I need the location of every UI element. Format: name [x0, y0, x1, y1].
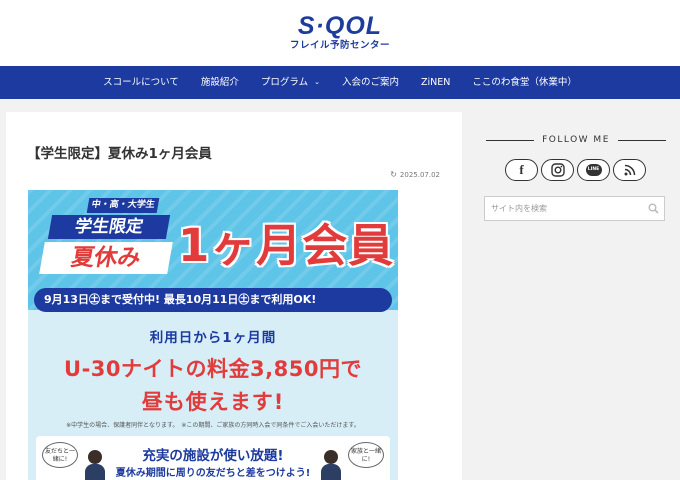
line-icon: LINE	[585, 164, 602, 176]
speech-bubble-right: 家族と一緒に!	[348, 442, 384, 468]
rss-icon	[624, 164, 635, 176]
nav-item-label: ZiNEN	[420, 77, 451, 88]
nav-item-label: スコールについて	[103, 77, 179, 88]
banner-notes: ※中学生の場合、保護者同伴となります。 ※この期間、ご家族の方同時入会で同条件で…	[66, 422, 360, 429]
student-girl-illustration	[320, 450, 342, 480]
nav-item-zinen[interactable]: ZiNEN	[410, 66, 461, 99]
update-icon: ↻	[390, 170, 397, 179]
campaign-banner-image: 中・高・大学生 学生限定 夏休み 1ヶ月会員 9月13日㊏まで受付中! 最長10…	[28, 190, 398, 480]
banner-tag-summer: 夏休み	[39, 242, 173, 274]
logo-sub-text: フレイル予防センター	[289, 40, 390, 51]
site-logo[interactable]: S·QOL フレイル予防センター	[0, 12, 680, 52]
instagram-icon	[550, 163, 565, 177]
nav-item-label: 入会のご案内	[341, 77, 399, 88]
banner-sub-line: 利用日から1ヶ月間	[149, 330, 277, 346]
banner-headline: 1ヶ月会員	[178, 219, 395, 272]
nav-item-label: ここのわ食堂（休業中）	[472, 77, 577, 88]
search-icon	[648, 203, 659, 214]
banner-date-bar: 9月13日㊏まで受付中! 最長10月11日㊏まで利用OK!	[34, 288, 392, 312]
search-input[interactable]	[485, 197, 642, 220]
site-header: S·QOL フレイル予防センター	[0, 0, 680, 66]
search-button[interactable]	[642, 203, 664, 214]
logo-main-text: S·QOL	[297, 12, 383, 40]
nav-item-facilities[interactable]: 施設紹介	[190, 66, 250, 99]
line-button[interactable]: LINE	[577, 159, 610, 181]
banner-bottom-box: 友だちと一緒に! 充実の施設が使い放題! 夏休み期間に周りの友だちと差をつけよう…	[36, 436, 390, 480]
post-date: ↻ 2025.07.02	[390, 170, 440, 179]
banner-tag-students: 中・高・大学生	[86, 198, 160, 213]
facebook-icon: f	[519, 162, 524, 177]
article-main: 【学生限定】夏休み1ヶ月会員 ↻ 2025.07.02 中・高・大学生 学生限定…	[6, 112, 462, 480]
banner-tag-student-only: 学生限定	[47, 215, 171, 239]
nav-item-cafeteria[interactable]: ここのわ食堂（休業中）	[461, 66, 588, 99]
nav-item-label: 施設紹介	[200, 77, 239, 88]
nav-item-program[interactable]: プログラム ⌄	[250, 66, 331, 99]
banner-price-line: U-30ナイトの料金3,850円で	[64, 357, 362, 381]
social-buttons: f LINE	[505, 159, 646, 181]
banner-day-line: 昼も使えます!	[141, 390, 285, 414]
post-title: 【学生限定】夏休み1ヶ月会員	[27, 146, 212, 162]
follow-me-heading: FOLLOW ME	[486, 132, 667, 148]
site-search	[484, 196, 665, 221]
post-date-text: 2025.07.02	[399, 170, 440, 179]
chevron-down-icon: ⌄	[314, 78, 320, 86]
follow-me-text: FOLLOW ME	[542, 135, 610, 145]
facebook-button[interactable]: f	[505, 159, 538, 181]
rss-button[interactable]	[613, 159, 646, 181]
instagram-button[interactable]	[541, 159, 574, 181]
nav-item-about[interactable]: スコールについて	[92, 66, 190, 99]
nav-item-label: プログラム	[260, 77, 309, 88]
nav-item-membership[interactable]: 入会のご案内	[331, 66, 410, 99]
main-nav: スコールについて 施設紹介 プログラム ⌄ 入会のご案内 ZiNEN ここのわ食堂…	[0, 66, 680, 99]
